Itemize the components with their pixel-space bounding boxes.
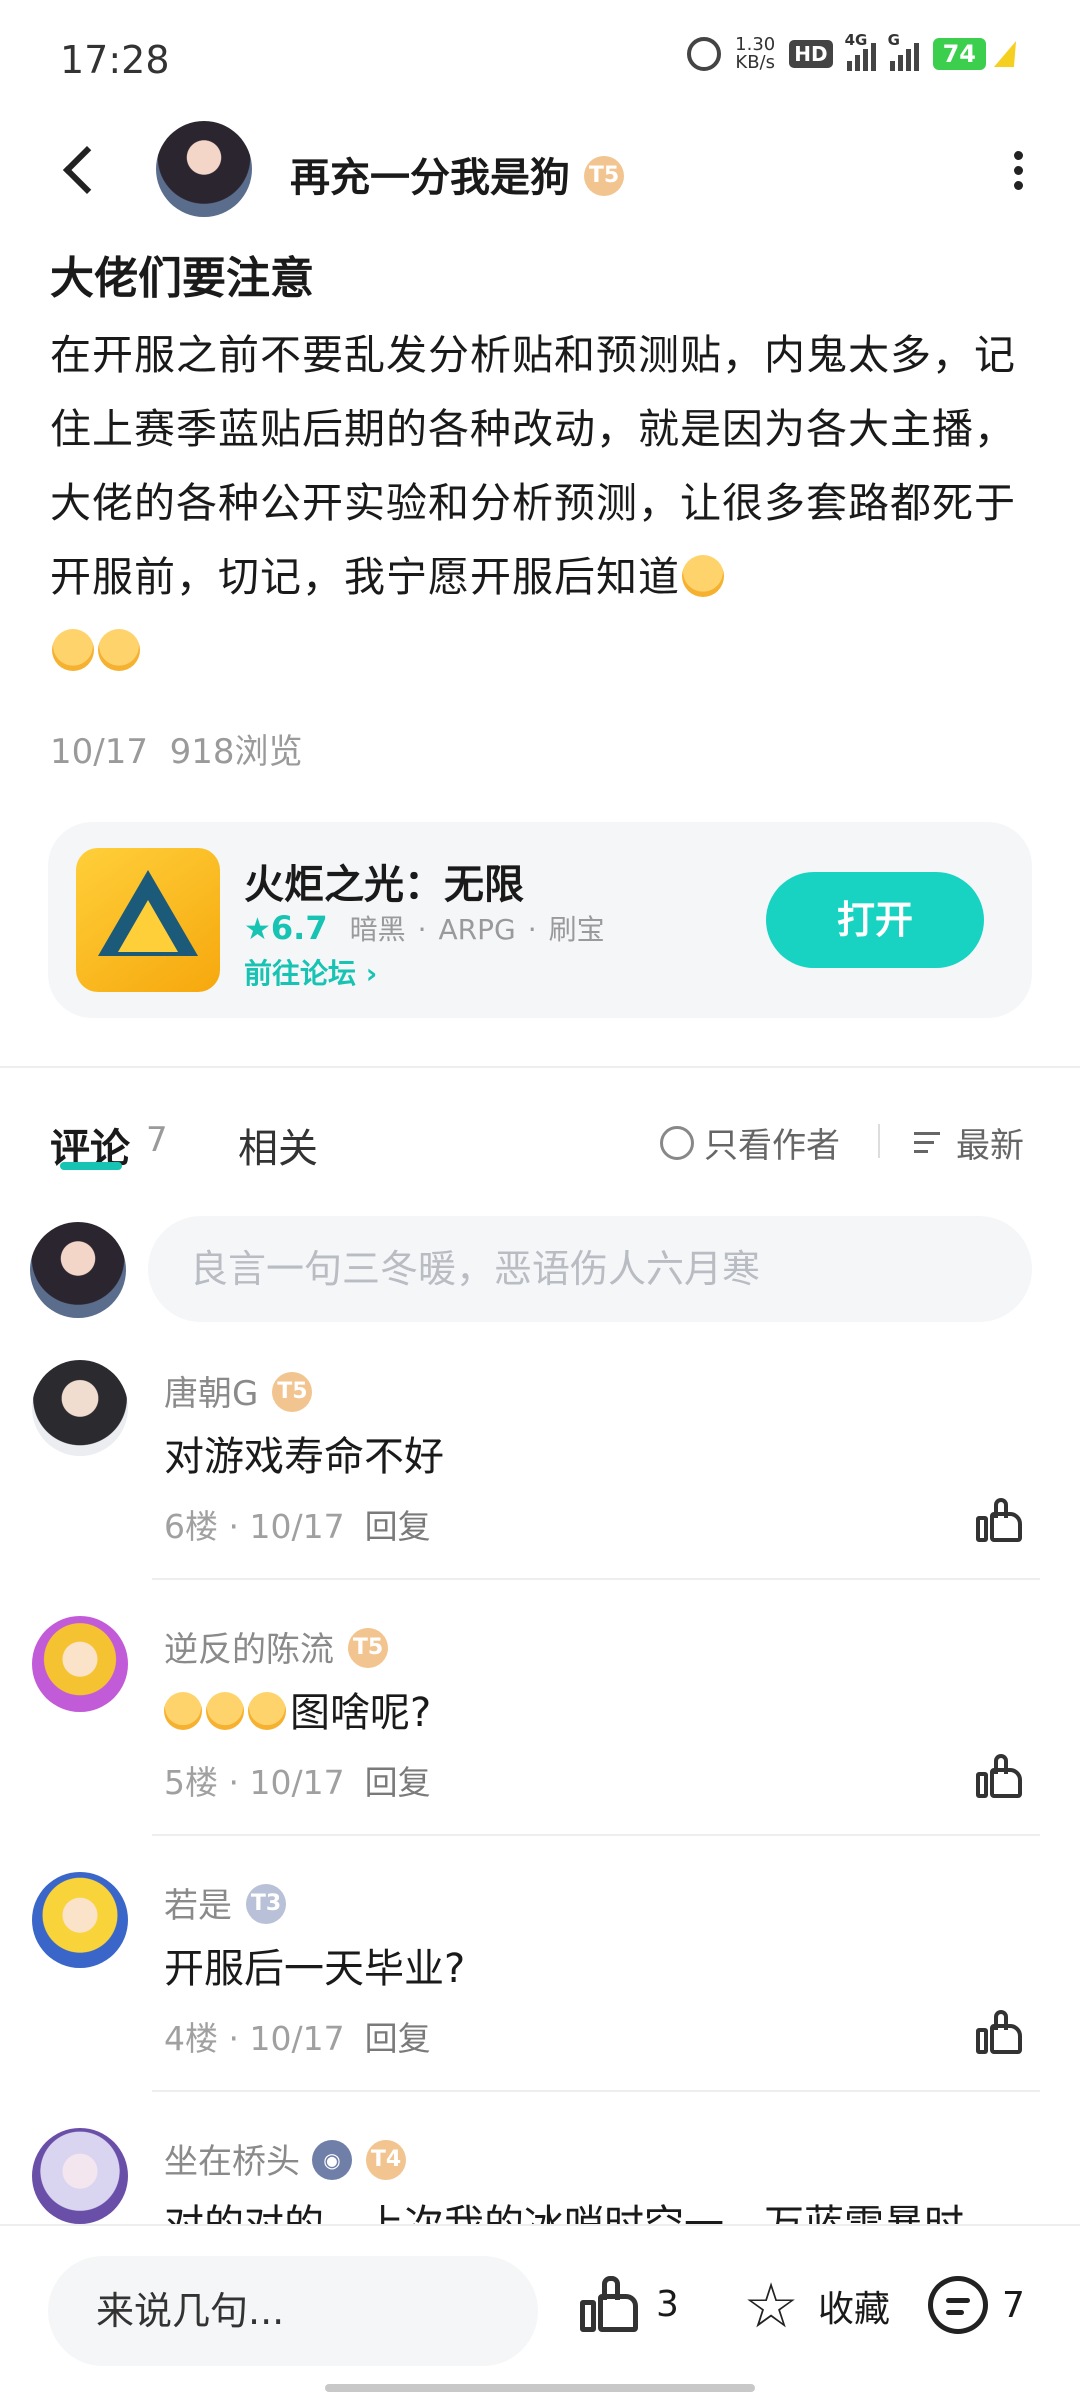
laughing-emoji-icon	[164, 1692, 202, 1730]
like-icon[interactable]	[976, 2010, 1024, 2054]
comment-button[interactable]: 7	[928, 2276, 1025, 2334]
game-card[interactable]: 火炬之光：无限 ★6.7 暗黑 · ARPG · 刷宝 前往论坛 › 打开	[48, 822, 1032, 1018]
comment-text: 对游戏寿命不好	[164, 1434, 444, 1480]
game-rating: ★6.7 暗黑 · ARPG · 刷宝	[244, 909, 605, 947]
signal-g-icon: G	[888, 31, 919, 71]
commenter-avatar[interactable]	[32, 2128, 128, 2224]
radio-icon[interactable]	[660, 1125, 694, 1160]
status-time: 17:28	[60, 38, 170, 82]
alarm-icon	[687, 37, 722, 71]
section-divider	[0, 1066, 1080, 1068]
comment-count: 7	[1002, 2284, 1025, 2326]
star-outline-icon[interactable]: ☆	[740, 2275, 802, 2337]
star-icon: ★	[244, 912, 271, 947]
thumbs-up-icon[interactable]	[580, 2276, 640, 2332]
commenter-avatar[interactable]	[32, 1360, 128, 1456]
laughing-emoji-icon	[248, 1692, 286, 1730]
laughing-emoji-icon	[206, 1692, 244, 1730]
comments-count: 7	[146, 1120, 168, 1160]
author-avatar[interactable]	[156, 121, 252, 217]
smiling-emoji-icon	[682, 555, 724, 597]
status-icons: 1.30 KB/s HD 4G G 74	[687, 31, 1027, 73]
commenter-name[interactable]: 逆反的陈流 T5	[164, 1622, 388, 1672]
only-author-toggle[interactable]: 只看作者	[660, 1118, 840, 1167]
game-tag: 暗黑	[349, 913, 406, 946]
comment-divider	[152, 2090, 1040, 2092]
smiling-emoji-icon	[52, 629, 94, 671]
my-avatar	[30, 1222, 126, 1318]
post-title: 大佬们要注意	[50, 253, 314, 304]
reply-button[interactable]: 回复	[365, 2019, 431, 2058]
reply-button[interactable]: 回复	[365, 1763, 431, 1802]
level-badge: T4	[366, 2139, 406, 2180]
level-badge: T3	[246, 1883, 286, 1924]
game-name[interactable]: 火炬之光：无限	[244, 852, 524, 910]
back-icon[interactable]	[56, 145, 106, 195]
author-name[interactable]: 再充一分我是狗 T5	[290, 145, 624, 203]
bottom-action-bar: 来说几句... 3 ☆ 收藏 7	[0, 2224, 1080, 2400]
level-badge: T5	[584, 156, 624, 196]
status-bar: 17:28 1.30 KB/s HD 4G G 74	[0, 0, 1080, 120]
battery-icon: 74	[932, 38, 986, 70]
forum-link[interactable]: 前往论坛 ›	[244, 952, 377, 992]
like-icon[interactable]	[976, 1498, 1024, 1542]
game-tag: ARPG	[438, 913, 516, 946]
comment-input[interactable]	[148, 1216, 1032, 1322]
commenter-avatar[interactable]	[32, 1872, 128, 1968]
post-header: 再充一分我是狗 T5	[0, 115, 1080, 225]
tab-related[interactable]: 相关	[238, 1116, 318, 1174]
level-badge: T5	[348, 1627, 388, 1668]
home-indicator[interactable]	[325, 2384, 755, 2392]
commenter-name[interactable]: 若是 T3	[164, 1878, 286, 1928]
chevron-right-icon: ›	[365, 957, 378, 990]
more-options-icon[interactable]	[1008, 145, 1028, 195]
comment-meta: 5楼 · 10/17 回复	[164, 1763, 431, 1802]
like-icon[interactable]	[976, 1754, 1024, 1798]
active-tab-indicator	[60, 1162, 122, 1170]
reply-button[interactable]: 回复	[365, 1507, 431, 1546]
comment-meta: 4楼 · 10/17 回复	[164, 2019, 431, 2058]
chat-bubble-icon[interactable]	[928, 2276, 988, 2334]
game-tag: 刷宝	[548, 913, 605, 946]
game-app-icon[interactable]	[76, 848, 220, 992]
smiling-emoji-icon	[98, 629, 140, 671]
post-body: 在开服之前不要乱发分析贴和预测贴，内鬼太多，记住上赛季蓝贴后期的各种改动，就是因…	[50, 318, 1040, 688]
like-button[interactable]: 3	[580, 2276, 679, 2332]
filter-separator	[878, 1124, 880, 1158]
post-meta: 10/17 918浏览	[50, 732, 303, 772]
like-count: 3	[656, 2283, 679, 2325]
sort-newest-button[interactable]: 最新	[914, 1118, 1024, 1167]
say-something-input[interactable]: 来说几句...	[48, 2256, 538, 2366]
comment-text: 开服后一天毕业?	[164, 1946, 466, 1992]
open-game-button[interactable]: 打开	[766, 872, 984, 968]
commenter-name[interactable]: 唐朝G T5	[164, 1366, 313, 1416]
comment-text: 图啥呢?	[164, 1680, 431, 1738]
network-speed: 1.30 KB/s	[735, 34, 776, 73]
level-badge: T5	[272, 1371, 313, 1412]
gamepad-icon: ◉	[312, 2139, 352, 2180]
comment-meta: 6楼 · 10/17 回复	[164, 1507, 431, 1546]
sort-icon	[914, 1129, 948, 1157]
commenter-avatar[interactable]	[32, 1616, 128, 1712]
signal-4g-icon: 4G	[845, 31, 876, 71]
favorite-button[interactable]: ☆ 收藏	[740, 2275, 890, 2337]
bolt-icon	[993, 41, 1027, 67]
comment-divider	[152, 1834, 1040, 1836]
commenter-name[interactable]: 坐在桥头 ◉ T4	[164, 2134, 406, 2184]
hd-icon: HD	[789, 40, 833, 68]
comment-divider	[152, 1578, 1040, 1580]
